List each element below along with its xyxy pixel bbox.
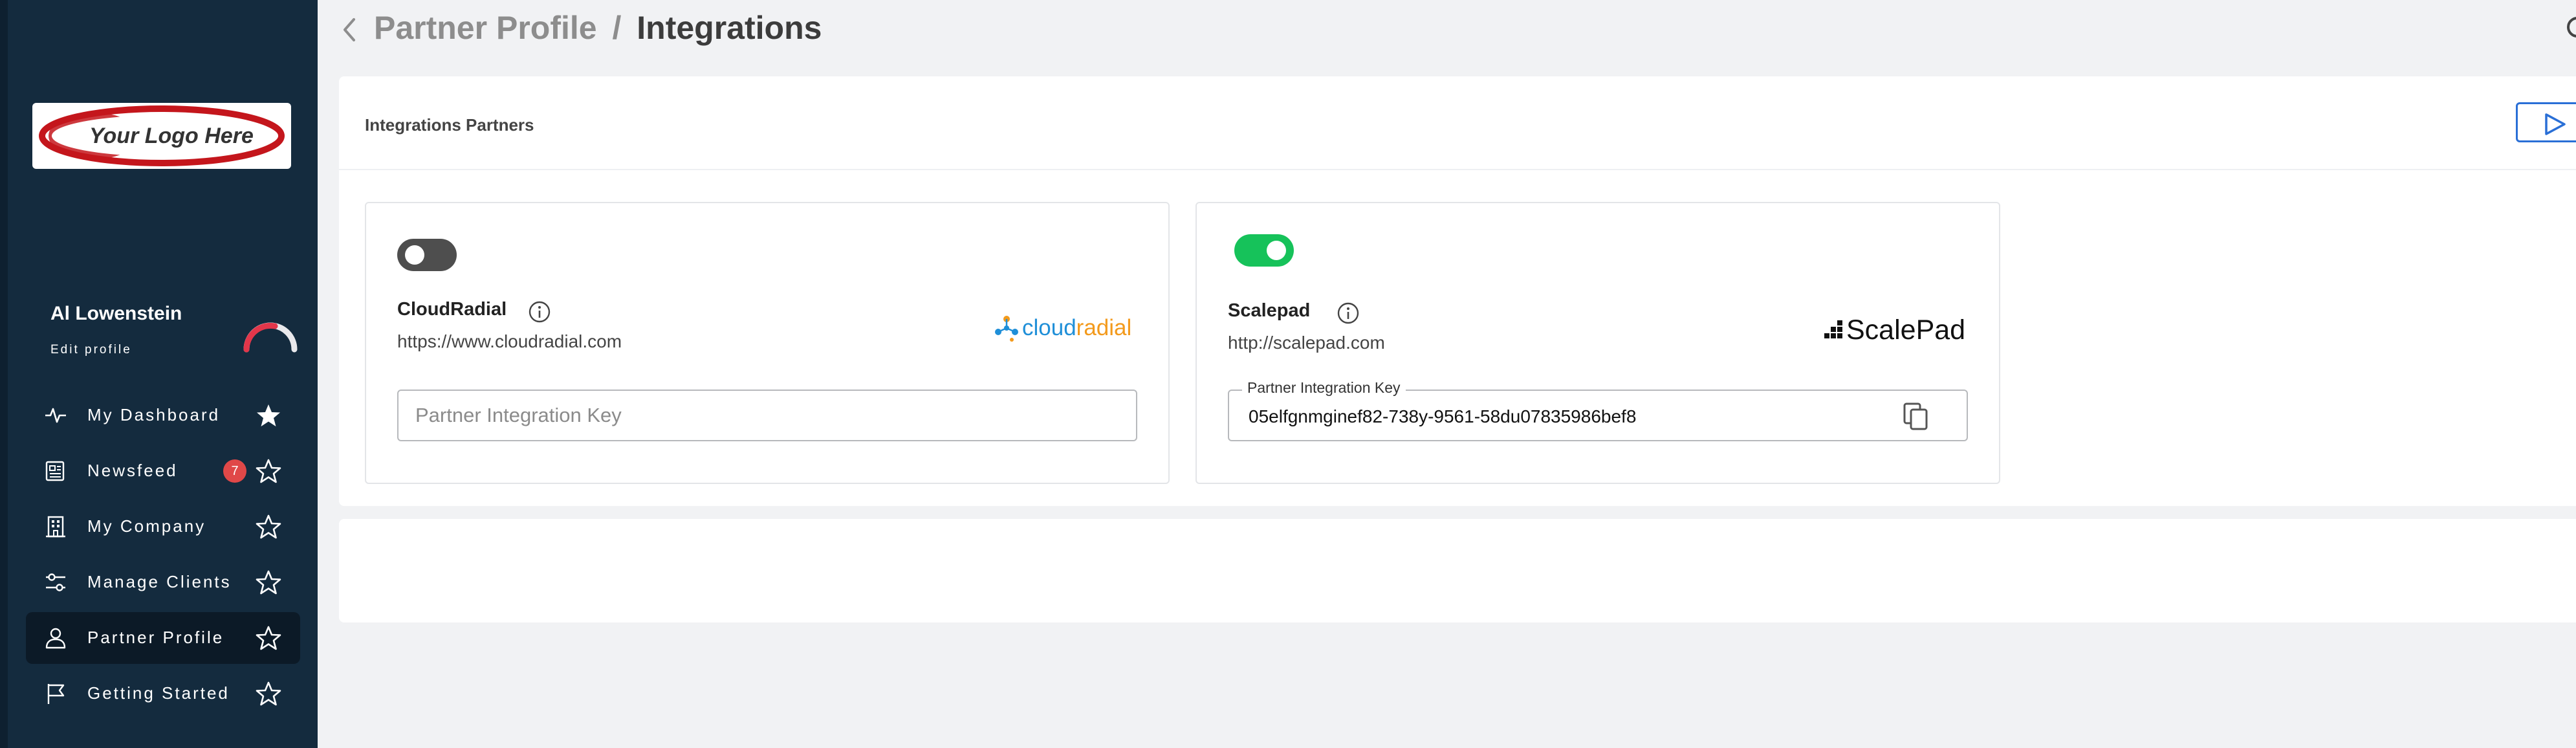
integration-url: http://scalepad.com: [1228, 333, 1385, 353]
flag-icon: [47, 684, 65, 704]
sidebar-item-label: My Company: [87, 516, 206, 536]
favorite-star-filled-icon[interactable]: [256, 402, 281, 428]
company-logo[interactable]: Your Logo Here: [32, 103, 291, 169]
integration-toggle[interactable]: [1234, 234, 1294, 267]
user-icon: [45, 628, 66, 649]
cloudradial-logo-text-radial: radial: [1076, 315, 1132, 340]
sidebar-item-manage-clients[interactable]: Manage Clients: [26, 556, 300, 608]
panel-title: Integrations Partners: [365, 115, 534, 135]
sidebar-item-newsfeed[interactable]: Newsfeed 7: [26, 445, 300, 497]
sidebar-item-getting-started[interactable]: Getting Started: [26, 668, 300, 720]
favorite-star-icon[interactable]: [256, 625, 281, 651]
integration-card-cloudradial: CloudRadial https://www.cloudradial.com …: [365, 202, 1170, 484]
integration-name: CloudRadial: [397, 299, 507, 320]
sidebar-item-my-dashboard[interactable]: My Dashboard: [26, 390, 300, 441]
favorite-star-icon[interactable]: [256, 569, 281, 595]
partner-integration-key-input[interactable]: [397, 390, 1137, 441]
notification-badge: 7: [223, 459, 246, 483]
favorite-star-icon[interactable]: [256, 514, 281, 540]
sidebar-item-label: Newsfeed: [87, 461, 178, 480]
toggle-knob: [1267, 241, 1286, 260]
favorite-star-icon[interactable]: [256, 458, 281, 484]
cloudradial-logo: cloud radial: [992, 310, 1131, 346]
partner-integration-key-field[interactable]: Partner Integration Key 05elfgnmginef82-…: [1228, 379, 1968, 441]
breadcrumb-separator: /: [612, 10, 622, 46]
integration-name: Scalepad: [1228, 300, 1311, 321]
partner-integration-key-value[interactable]: 05elfgnmginef82-738y-9561-58du07835986be…: [1249, 406, 1636, 427]
play-icon: [2545, 113, 2566, 135]
cloudradial-logo-text-cloud: cloud: [1022, 315, 1076, 340]
scalepad-logo: ScalePad: [1823, 312, 1965, 348]
copy-icon[interactable]: [1902, 401, 1930, 432]
integration-url: https://www.cloudradial.com: [397, 331, 622, 351]
key-field-label: Partner Integration Key: [1242, 379, 1406, 397]
sidebar-item-partner-profile[interactable]: Partner Profile: [26, 612, 300, 664]
sidebar-item-label: Partner Profile: [87, 628, 224, 647]
integration-card-scalepad: Scalepad http://scalepad.com ScalePad Pa…: [1195, 202, 2000, 484]
scalepad-mark-icon: [1824, 320, 1842, 338]
sidebar-item-label: Getting Started: [87, 683, 230, 703]
scalepad-logo-text: ScalePad: [1846, 314, 1966, 346]
profile-progress-gauge: [243, 322, 298, 353]
user-name: Al Lowenstein: [50, 303, 182, 324]
breadcrumb: Partner Profile / Integrations: [374, 9, 822, 47]
sidebar: Your Logo Here Al Lowenstein Edit profil…: [0, 0, 318, 748]
favorite-star-icon[interactable]: [256, 681, 281, 707]
logo-text: Your Logo Here: [89, 123, 254, 148]
sidebar-edge: [0, 0, 8, 748]
info-icon[interactable]: [1337, 302, 1360, 325]
play-button[interactable]: [2516, 102, 2576, 142]
panel-divider: [339, 169, 2576, 170]
edit-profile-link[interactable]: Edit profile: [50, 343, 132, 357]
info-icon[interactable]: [528, 300, 551, 324]
newspaper-icon: [45, 461, 65, 481]
integration-toggle[interactable]: [397, 239, 457, 271]
page-title: Integrations: [637, 10, 822, 46]
cloudradial-mark-icon: [995, 316, 1018, 342]
sliders-icon: [46, 573, 65, 591]
toggle-knob: [405, 245, 424, 265]
integrations-panel: Integrations Partners CloudRadial https:…: [339, 76, 2576, 506]
secondary-panel: [339, 519, 2576, 622]
building-icon: [46, 516, 65, 538]
sidebar-item-label: Manage Clients: [87, 572, 232, 591]
help-icon[interactable]: [2564, 14, 2576, 40]
breadcrumb-parent[interactable]: Partner Profile: [374, 10, 597, 46]
chevron-left-icon[interactable]: [340, 14, 358, 45]
pulse-icon: [45, 408, 66, 423]
sidebar-item-label: My Dashboard: [87, 405, 221, 424]
sidebar-item-my-company[interactable]: My Company: [26, 501, 300, 553]
